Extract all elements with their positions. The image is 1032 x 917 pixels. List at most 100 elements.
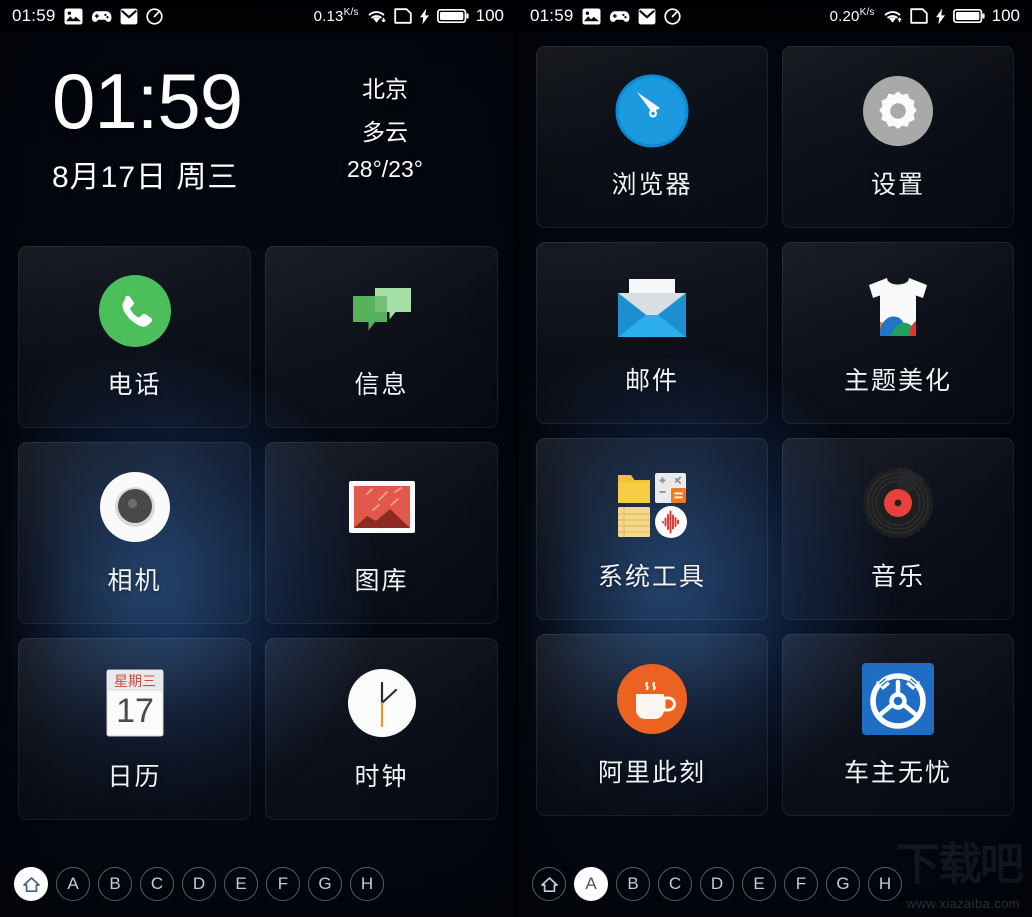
app-tile-gallery[interactable]: 图库: [265, 442, 498, 624]
nav-dot-f[interactable]: F: [784, 867, 818, 901]
image-icon: [64, 8, 83, 25]
nav-dot-home[interactable]: [532, 867, 566, 901]
apps-screen-a: 01:59 0.20K/s 100 浏览器 设置 邮件 主题美化 系统工具 音乐…: [516, 0, 1032, 917]
app-tile-music[interactable]: 音乐: [782, 438, 1014, 620]
message-icon: [344, 273, 420, 349]
calendar-day-text: 17: [116, 692, 154, 730]
app-tile-camera[interactable]: 相机: [18, 442, 251, 624]
weather-city: 北京: [362, 76, 408, 102]
nav-dot-f[interactable]: F: [266, 867, 300, 901]
nav-dot-h[interactable]: H: [350, 867, 384, 901]
nav-dot-c[interactable]: C: [658, 867, 692, 901]
network-rate: 0.13K/s: [313, 7, 359, 25]
app-label: 音乐: [870, 563, 925, 591]
gear-icon: [860, 73, 936, 149]
system-tools-folder-icon: [614, 465, 690, 541]
coffee-cup-icon: [614, 661, 690, 737]
app-tile-mail[interactable]: 邮件: [536, 242, 768, 424]
status-bar: 01:59 0.13K/s 100: [0, 0, 516, 32]
status-bar: 01:59 0.20K/s 100: [518, 0, 1032, 32]
nav-dot-g[interactable]: G: [826, 867, 860, 901]
nav-dot-b[interactable]: B: [98, 867, 132, 901]
app-tile-calendar[interactable]: 星期三 17 日历: [18, 638, 251, 820]
app-label: 浏览器: [611, 171, 693, 199]
page-indicator-bar: A B C D E F G H: [0, 851, 516, 917]
app-label: 图库: [354, 567, 409, 595]
app-tile-phone[interactable]: 电话: [18, 246, 251, 428]
network-rate-unit: K/s: [343, 7, 359, 18]
weather-condition: 多云: [362, 119, 408, 145]
weather-block[interactable]: 北京 多云 28°/23°: [320, 70, 450, 192]
charging-bolt-icon: [935, 8, 946, 25]
battery-level: 100: [475, 6, 504, 25]
steering-wheel-icon: [860, 661, 936, 737]
charging-bolt-icon: [419, 8, 430, 25]
gamepad-icon: [609, 9, 630, 24]
app-label: 阿里此刻: [597, 759, 706, 787]
app-tile-ali-moment[interactable]: 阿里此刻: [536, 634, 768, 816]
wifi-icon: [882, 8, 903, 24]
mail-icon: [120, 8, 138, 25]
status-bar-left: 01:59: [12, 6, 163, 26]
vinyl-record-icon: [860, 465, 936, 541]
gamepad-icon: [91, 9, 112, 24]
app-label: 信息: [354, 371, 409, 399]
page-indicator-bar: A B C D E F G H: [518, 851, 1032, 917]
battery-icon: [952, 8, 985, 24]
home-screen: 01:59 0.13K/s 100 01:59 8月17日 周三 北京 多云 2…: [0, 0, 516, 917]
browser-compass-icon: [614, 73, 690, 149]
app-label: 设置: [870, 171, 925, 199]
app-label: 主题美化: [843, 367, 952, 395]
widget-date: 8月17日 周三: [52, 161, 239, 194]
nav-dot-a[interactable]: A: [574, 867, 608, 901]
clock-icon: [145, 7, 163, 25]
nav-dot-c[interactable]: C: [140, 867, 174, 901]
camera-icon: [97, 469, 173, 545]
nav-dot-e[interactable]: E: [224, 867, 258, 901]
phone-icon: [97, 273, 173, 349]
calendar-icon: 星期三 17: [97, 665, 173, 741]
tshirt-theme-icon: [860, 269, 936, 345]
nav-dot-d[interactable]: D: [182, 867, 216, 901]
app-label: 日历: [107, 763, 162, 791]
clock-face-icon: [344, 665, 420, 741]
nav-dot-h[interactable]: H: [868, 867, 902, 901]
app-label: 系统工具: [597, 563, 706, 591]
sdcard-icon: [393, 8, 412, 24]
calendar-weekday-text: 星期三: [114, 674, 156, 690]
image-icon: [582, 8, 601, 25]
gallery-icon: [344, 469, 420, 545]
nav-dot-g[interactable]: G: [308, 867, 342, 901]
app-grid: 浏览器 设置 邮件 主题美化 系统工具 音乐 阿里此刻 车主无忧: [518, 46, 1032, 816]
app-tile-car-owner[interactable]: 车主无忧: [782, 634, 1014, 816]
wifi-icon: [366, 8, 387, 24]
app-tile-clock[interactable]: 时钟: [265, 638, 498, 820]
app-tile-settings[interactable]: 设置: [782, 46, 1014, 228]
widget-time: 01:59: [52, 57, 243, 145]
nav-dot-a[interactable]: A: [56, 867, 90, 901]
nav-dot-b[interactable]: B: [616, 867, 650, 901]
app-tile-message[interactable]: 信息: [265, 246, 498, 428]
app-label: 车主无忧: [843, 759, 952, 787]
app-tile-browser[interactable]: 浏览器: [536, 46, 768, 228]
nav-dot-home[interactable]: [14, 867, 48, 901]
app-tile-theme[interactable]: 主题美化: [782, 242, 1014, 424]
status-bar-clock: 01:59: [12, 6, 56, 25]
clock-weather-widget[interactable]: 01:59 8月17日 周三 北京 多云 28°/23°: [0, 48, 516, 218]
app-grid: 电话 信息 相机 图库 星期三 17 日历 时钟: [0, 246, 516, 820]
weather-temperature: 28°/23°: [347, 156, 423, 182]
mail-icon: [638, 8, 656, 25]
status-bar-right: 0.20K/s 100: [830, 6, 1020, 26]
nav-dot-d[interactable]: D: [700, 867, 734, 901]
app-label: 邮件: [624, 367, 679, 395]
status-bar-right: 0.13K/s 100: [314, 6, 504, 26]
nav-dot-e[interactable]: E: [742, 867, 776, 901]
battery-level: 100: [991, 6, 1020, 25]
envelope-icon: [614, 269, 690, 345]
app-label: 相机: [107, 567, 162, 595]
app-tile-system-tools[interactable]: 系统工具: [536, 438, 768, 620]
sdcard-icon: [909, 8, 928, 24]
battery-icon: [436, 8, 469, 24]
network-rate-unit: K/s: [859, 7, 875, 18]
network-rate: 0.20K/s: [829, 7, 875, 25]
